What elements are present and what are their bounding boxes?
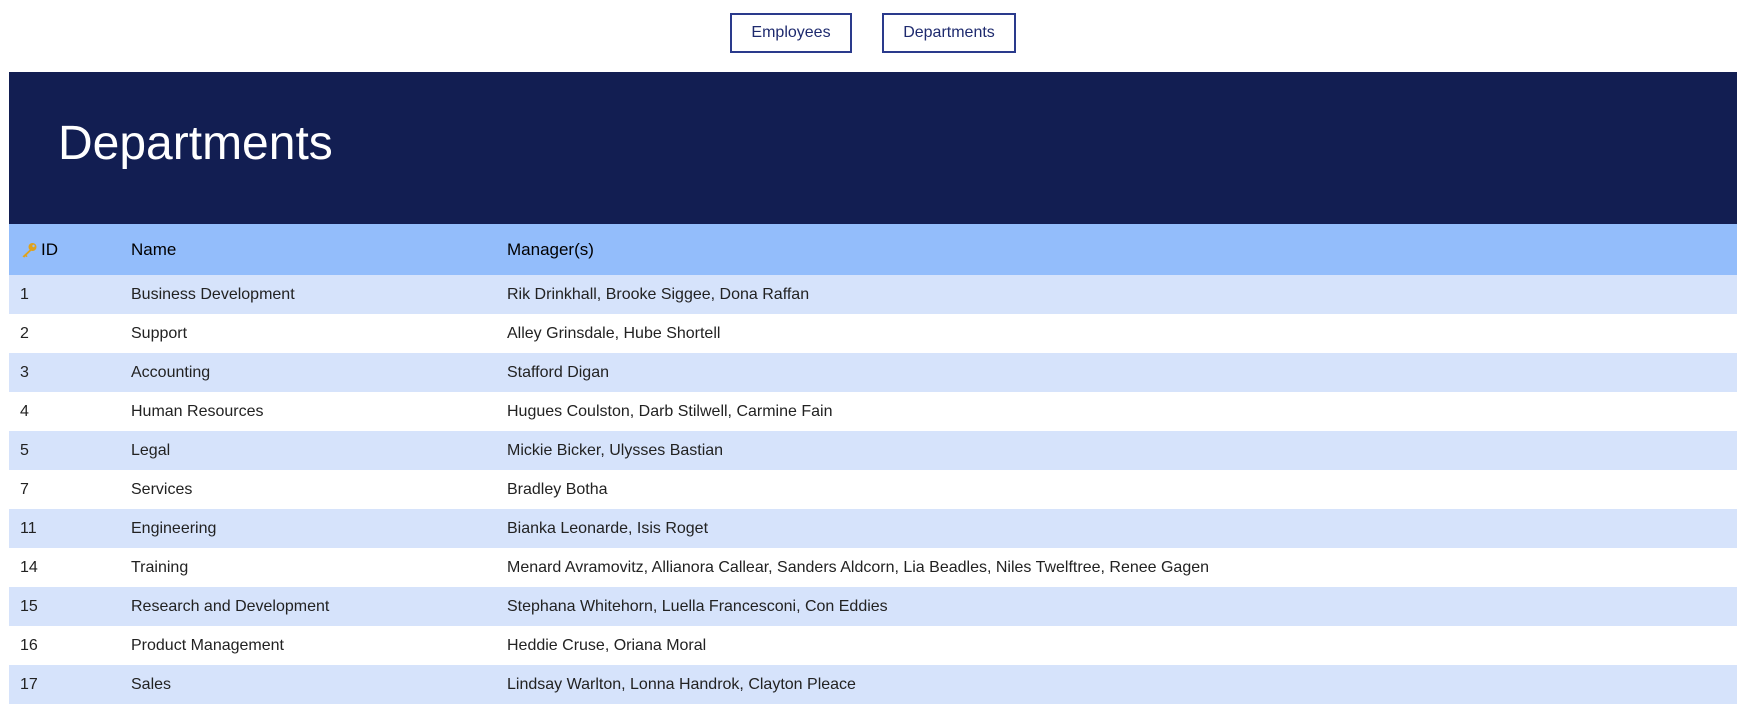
cell-id: 11	[20, 519, 37, 537]
cell-managers: Alley Grinsdale, Hube Shortell	[507, 324, 721, 342]
table-body: 1 Business Development Rik Drinkhall, Broo…	[9, 275, 1737, 704]
cell-name: Training	[131, 558, 189, 576]
cell-id: 4	[20, 402, 29, 420]
table-row[interactable]: 7 Services Bradley Botha	[9, 470, 1737, 509]
table-row[interactable]: 3 Accounting Stafford Digan	[9, 353, 1737, 392]
cell-managers: Stafford Digan	[507, 363, 609, 381]
cell-name: Accounting	[131, 363, 211, 381]
employees-button[interactable]: Employees	[730, 13, 852, 53]
cell-name: Support	[131, 324, 188, 342]
column-header-id[interactable]: ID	[9, 240, 131, 260]
cell-id: 5	[20, 441, 29, 459]
cell-managers: Lindsay Warlton, Lonna Handrok, Clayton …	[507, 675, 856, 693]
table-row[interactable]: 14 Training Menard Avramovitz, Allianora C…	[9, 548, 1737, 587]
column-header-managers[interactable]: Manager(s)	[507, 240, 1737, 260]
cell-name: Sales	[131, 675, 172, 693]
column-header-id-label: ID	[41, 239, 58, 259]
top-nav: Employees Departments	[0, 0, 1746, 72]
cell-managers: Hugues Coulston, Darb Stilwell, Carmine …	[507, 402, 833, 420]
cell-id: 7	[20, 480, 29, 498]
page-banner: Departments	[9, 72, 1737, 224]
cell-name: Services	[131, 480, 193, 498]
cell-name: Human Resources	[131, 402, 264, 420]
cell-id: 15	[20, 597, 38, 615]
key-icon	[20, 242, 38, 258]
cell-id: 16	[20, 636, 38, 654]
table-row[interactable]: 15 Research and Development Stephana White…	[9, 587, 1737, 626]
cell-id: 17	[20, 675, 38, 693]
departments-button[interactable]: Departments	[882, 13, 1016, 53]
cell-managers: Bradley Botha	[507, 480, 608, 498]
cell-id: 3	[20, 363, 29, 381]
cell-name: Research and Development	[131, 597, 330, 615]
cell-name: Product Management	[131, 636, 284, 654]
table-row[interactable]: 5 Legal Mickie Bicker, Ulysses Bastian	[9, 431, 1737, 470]
departments-table: ID Name Manager(s) 1 Business Development…	[9, 224, 1737, 704]
table-row[interactable]: 17 Sales Lindsay Warlton, Lonna Handrok, C…	[9, 665, 1737, 704]
table-row[interactable]: 1 Business Development Rik Drinkhall, Broo…	[9, 275, 1737, 314]
cell-managers: Heddie Cruse, Oriana Moral	[507, 636, 707, 654]
cell-name: Legal	[131, 441, 171, 459]
cell-id: 14	[20, 558, 38, 576]
table-row[interactable]: 4 Human Resources Hugues Coulston, Darb St…	[9, 392, 1737, 431]
table-row[interactable]: 16 Product Management Heddie Cruse, Oriana…	[9, 626, 1737, 665]
cell-managers: Stephana Whitehorn, Luella Francesconi, …	[507, 597, 888, 615]
cell-managers: Bianka Leonarde, Isis Roget	[507, 519, 709, 537]
table-row[interactable]: 11 Engineering Bianka Leonarde, Isis Roget	[9, 509, 1737, 548]
table-row[interactable]: 2 Support Alley Grinsdale, Hube Shortell	[9, 314, 1737, 353]
cell-name: Engineering	[131, 519, 217, 537]
cell-name: Business Development	[131, 285, 295, 303]
cell-managers: Menard Avramovitz, Allianora Callear, Sa…	[507, 558, 1210, 576]
table-header: ID Name Manager(s)	[9, 224, 1737, 275]
cell-id: 1	[20, 285, 29, 303]
cell-managers: Mickie Bicker, Ulysses Bastian	[507, 441, 724, 459]
cell-id: 2	[20, 324, 29, 342]
page-title: Departments	[58, 117, 333, 170]
column-header-name[interactable]: Name	[131, 240, 507, 260]
cell-managers: Rik Drinkhall, Brooke Siggee, Dona Raffa…	[507, 285, 810, 303]
